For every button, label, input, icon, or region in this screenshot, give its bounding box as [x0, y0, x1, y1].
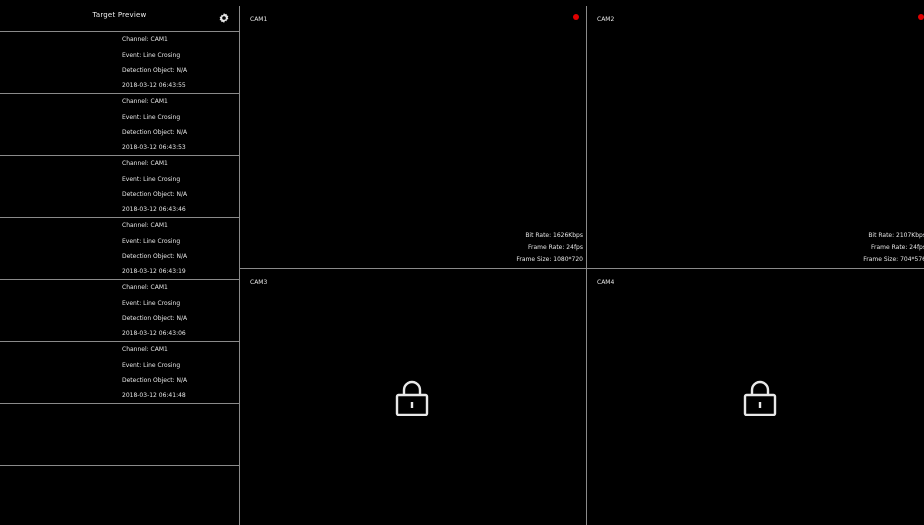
camera-name: CAM1 [250, 16, 268, 23]
event-item[interactable]: Channel: CAM1 Event: Line Crosing Detect… [0, 156, 239, 218]
event-timestamp: 2018-03-12 06:43:55 [122, 82, 186, 89]
event-type: Event: Line Crosing [122, 176, 181, 183]
frame-size: Frame Size: 1080*720 [516, 256, 583, 263]
camera-name: CAM4 [597, 279, 615, 286]
target-preview-title: Target Preview [92, 11, 147, 19]
event-detection-object: Detection Object: N/A [122, 377, 188, 384]
event-detection-object: Detection Object: N/A [122, 253, 188, 260]
camera-pane-cam4[interactable]: CAM4 [587, 269, 924, 525]
lock-icon [743, 380, 777, 416]
frame-rate: Frame Rate: 24fps [871, 244, 924, 251]
stream-stats: Bit Rate: 1626Kbps Frame Rate: 24fps Fra… [516, 230, 583, 266]
event-channel: Channel: CAM1 [122, 98, 168, 105]
event-type: Event: Line Crosing [122, 300, 181, 307]
event-type: Event: Line Crosing [122, 114, 181, 121]
event-detection-object: Detection Object: N/A [122, 129, 188, 136]
event-slot-empty [0, 404, 239, 466]
event-timestamp: 2018-03-12 06:43:19 [122, 268, 186, 275]
event-item[interactable]: Channel: CAM1 Event: Line Crosing Detect… [0, 342, 239, 404]
event-timestamp: 2018-03-12 06:43:46 [122, 206, 186, 213]
frame-size: Frame Size: 704*576 [863, 256, 924, 263]
event-list[interactable]: Channel: CAM1 Event: Line Crosing Detect… [0, 32, 239, 466]
target-preview-panel: Target Preview Channel: CAM1 Event: Line… [0, 6, 240, 525]
event-type: Event: Line Crosing [122, 238, 181, 245]
camera-pane-cam1[interactable]: CAM1 Bit Rate: 1626Kbps Frame Rate: 24fp… [240, 6, 586, 268]
event-channel: Channel: CAM1 [122, 36, 168, 43]
camera-name: CAM3 [250, 279, 268, 286]
bit-rate: Bit Rate: 1626Kbps [525, 232, 583, 239]
target-preview-header: Target Preview [0, 6, 239, 32]
event-item[interactable]: Channel: CAM1 Event: Line Crosing Detect… [0, 32, 239, 94]
event-channel: Channel: CAM1 [122, 222, 168, 229]
event-channel: Channel: CAM1 [122, 284, 168, 291]
event-type: Event: Line Crosing [122, 362, 181, 369]
event-item[interactable]: Channel: CAM1 Event: Line Crosing Detect… [0, 94, 239, 156]
event-detection-object: Detection Object: N/A [122, 315, 188, 322]
stream-stats: Bit Rate: 2107Kbps Frame Rate: 24fps Fra… [863, 230, 924, 266]
event-timestamp: 2018-03-12 06:41:48 [122, 392, 186, 399]
camera-pane-cam2[interactable]: CAM2 Bit Rate: 2107Kbps Frame Rate: 24fp… [587, 6, 924, 268]
camera-pane-cam3[interactable]: CAM3 [240, 269, 586, 525]
event-item[interactable]: Channel: CAM1 Event: Line Crosing Detect… [0, 218, 239, 280]
recording-indicator [573, 14, 579, 20]
bit-rate: Bit Rate: 2107Kbps [868, 232, 924, 239]
event-detection-object: Detection Object: N/A [122, 67, 188, 74]
lock-icon [395, 380, 429, 416]
event-timestamp: 2018-03-12 06:43:06 [122, 330, 186, 337]
gear-icon[interactable] [219, 13, 229, 23]
event-type: Event: Line Crosing [122, 52, 181, 59]
event-channel: Channel: CAM1 [122, 346, 168, 353]
recording-indicator [918, 14, 924, 20]
event-timestamp: 2018-03-12 06:43:53 [122, 144, 186, 151]
camera-name: CAM2 [597, 16, 615, 23]
event-detection-object: Detection Object: N/A [122, 191, 188, 198]
frame-rate: Frame Rate: 24fps [528, 244, 583, 251]
event-item[interactable]: Channel: CAM1 Event: Line Crosing Detect… [0, 280, 239, 342]
event-channel: Channel: CAM1 [122, 160, 168, 167]
